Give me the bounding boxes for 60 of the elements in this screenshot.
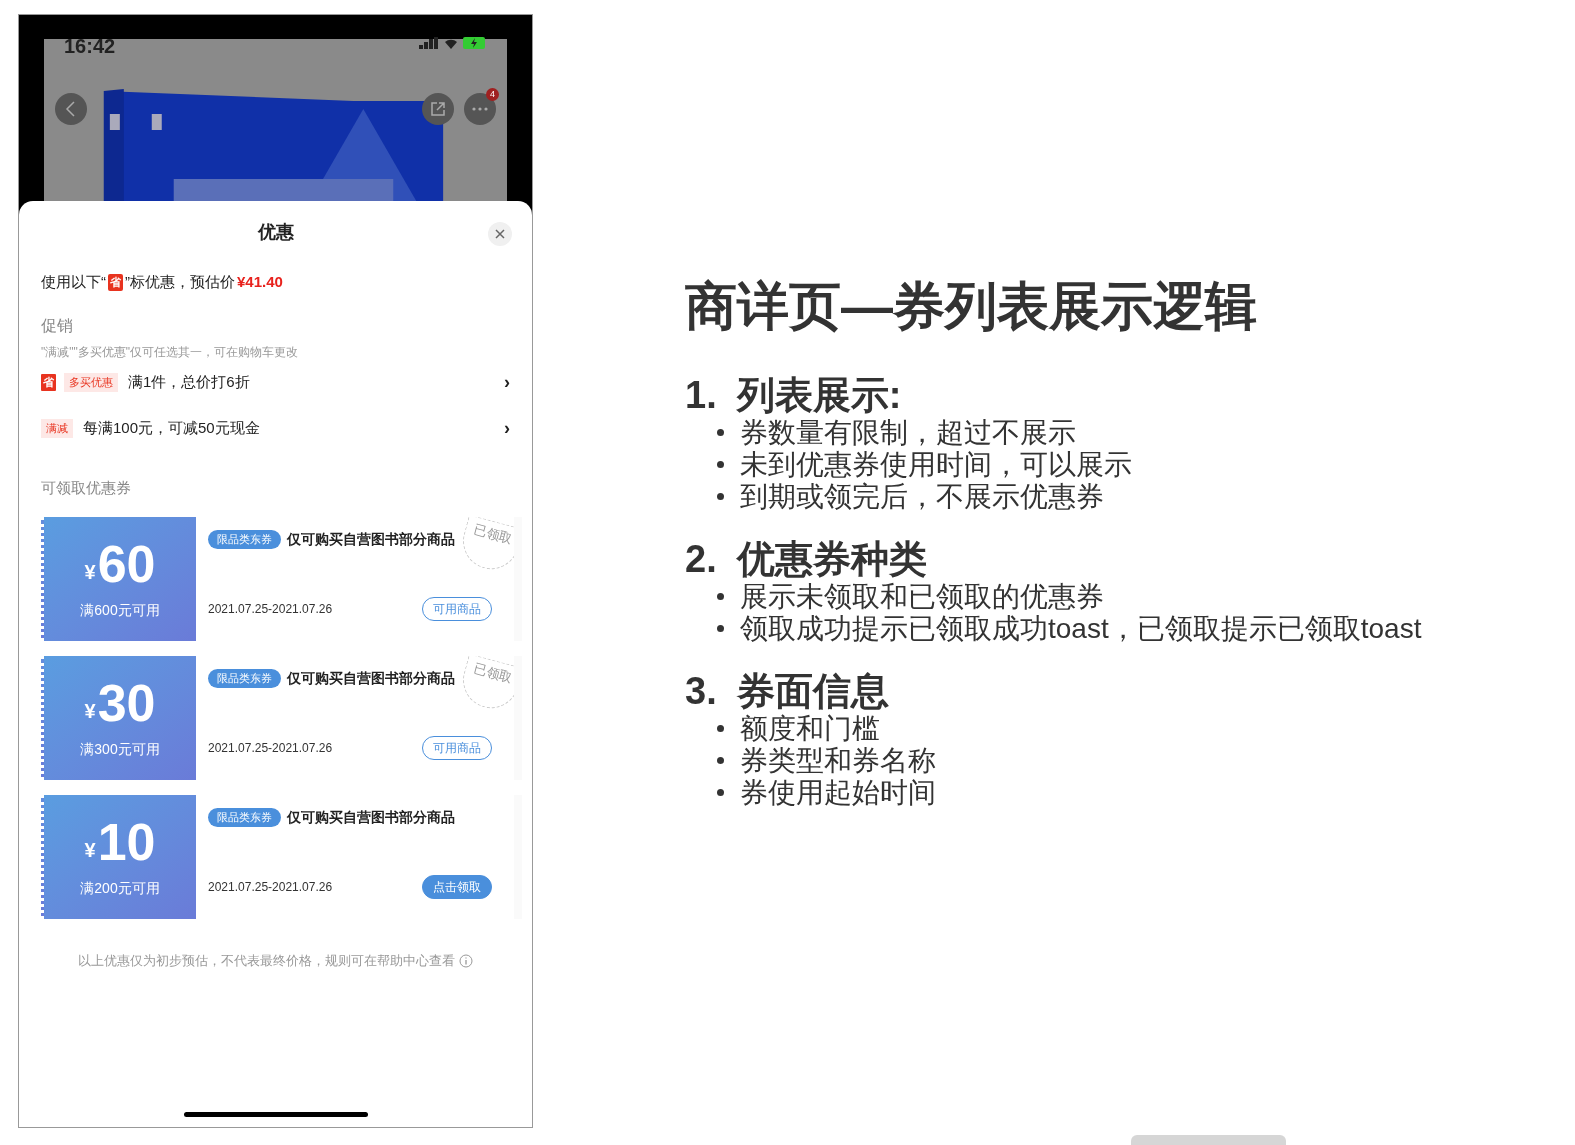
claim-button[interactable]: 点击领取 [422,875,492,899]
section-number: 3. [685,670,717,713]
bullet-text: 未到优惠券使用时间，可以展示 [740,449,1132,481]
bullet-text: 券使用起始时间 [740,776,936,809]
coupon-condition: 满600元可用 [80,600,160,620]
close-button[interactable] [488,222,512,246]
coupon-date: 2021.07.25-2021.07.26 [208,879,333,896]
coupon-date: 2021.07.25-2021.07.26 [208,601,333,618]
coupon-condition: 满200元可用 [80,878,160,898]
scroll-handle[interactable] [1131,1135,1286,1145]
coupon-amount: 10 [97,815,156,868]
bullet-text: 到期或领完后，不展示优惠券 [740,481,1104,513]
coupon-date: 2021.07.25-2021.07.26 [208,740,333,757]
promotion-text: 每满100元，可减50元现金 [83,418,261,439]
signal-icon [419,37,439,49]
slide-title: 商详页—券列表展示逻辑 [685,278,1258,336]
disclaimer-text: 以上优惠仅为初步预估，不代表最终价格，规则可在帮助中心查看 [78,952,455,970]
section-heading: 可领取优惠券 [41,477,132,498]
coupon-type-tag: 限品类东券 [208,808,281,827]
coupon-name: 仅可购买自营图书部分商品 [287,808,455,827]
save-mark: 省 [41,374,56,391]
promotion-row[interactable]: 省 多买优惠 满1件，总价打6折 › [41,372,510,393]
section-number: 2. [685,539,717,581]
battery-icon [463,37,487,49]
coupon-name: 仅可购买自营图书部分商品 [287,530,455,549]
status-time: 16:42 [64,34,116,59]
chevron: › [504,371,510,394]
currency-symbol: ¥ [84,561,96,582]
coupon-type-tag: 限品类东券 [208,669,281,688]
section-heading: 促销 [41,315,74,336]
bullet-text: 额度和门槛 [740,712,880,745]
wifi-icon [443,37,459,49]
section-heading: 列表展示: [736,375,902,417]
section-heading: 优惠券种类 [736,539,927,581]
bullet-text: 券类型和券名称 [740,744,936,777]
sheet-title: 优惠 [257,221,294,244]
info-icon [459,953,473,968]
coupon-type-tag: 限品类东券 [208,530,281,549]
coupon-amount: 60 [97,537,156,590]
bullet-text: 领取成功提示已领取成功toast，已领取提示已领取toast [740,612,1422,645]
section-heading: 券面信息 [736,670,889,713]
coupon-amount: 30 [97,676,156,729]
promotion-note: "满减""多买优惠"仅可任选其一，可在购物车更改 [41,343,300,361]
coupon-name: 仅可购买自营图书部分商品 [287,669,455,688]
bullet-text: 展示未领取和已领取的优惠券 [740,580,1104,613]
promotion-tag: 多买优惠 [64,373,118,392]
share-icon [430,101,446,117]
more-icon [472,107,488,111]
chevron: › [504,417,510,440]
currency-symbol: ¥ [84,700,96,721]
bullet-text: 券数量有限制，超过不展示 [740,417,1076,449]
section-number: 1. [685,375,717,417]
back-icon [65,101,77,117]
currency-symbol: ¥ [84,839,96,860]
promotion-row[interactable]: 满减 每满100元，可减50元现金 › [41,418,510,439]
promotion-text: 满1件，总价打6折 [128,372,251,393]
close-icon [495,229,505,239]
estimated-price-line: 使用以下“ 省 ”标优惠，预估价¥41.40 [41,272,284,293]
promotion-tag: 满减 [41,419,73,438]
coupon-condition: 满300元可用 [80,739,160,759]
